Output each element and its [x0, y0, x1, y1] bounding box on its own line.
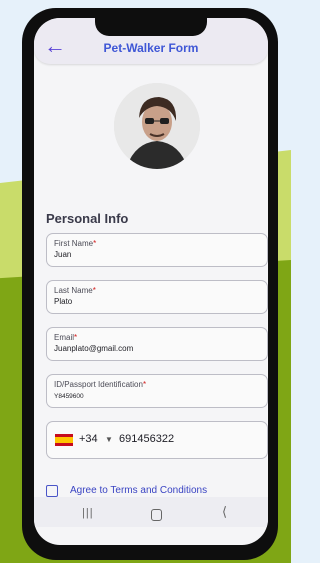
email-label-text: Email	[54, 333, 75, 342]
first-name-label: First Name*	[54, 239, 96, 248]
id-passport-label-text: ID/Passport Identification	[54, 380, 143, 389]
first-name-label-text: First Name	[54, 239, 94, 248]
terms-label[interactable]: Agree to Terms and Conditions	[70, 485, 207, 496]
last-name-label: Last Name*	[54, 286, 96, 295]
page-title: Pet-Walker Form	[103, 41, 199, 55]
phone-number-field[interactable]: +34 ▼ 691456322	[46, 421, 268, 459]
required-asterisk: *	[93, 239, 97, 248]
last-name-field[interactable]: Last Name* Plato	[46, 280, 268, 314]
back-nav-icon[interactable]: ⟨	[222, 504, 227, 520]
profile-avatar[interactable]	[114, 83, 200, 169]
portrait-image	[114, 83, 200, 169]
id-passport-value: Y8459600	[54, 393, 84, 400]
phone-notch	[95, 18, 207, 36]
last-name-value: Plato	[54, 297, 73, 306]
required-asterisk: *	[142, 380, 147, 389]
phone-number-value: 691456322	[119, 433, 175, 445]
country-code[interactable]: +34	[79, 433, 98, 445]
section-title-personal-info: Personal Info	[46, 211, 129, 226]
recent-apps-icon[interactable]: |||	[82, 507, 94, 519]
email-value: Juanplato@gmail.com	[54, 344, 134, 353]
last-name-label-text: Last Name	[54, 286, 93, 295]
email-label: Email*	[54, 333, 77, 342]
first-name-value: Juan	[54, 250, 72, 259]
id-passport-label: ID/Passport Identification*	[54, 380, 146, 389]
email-field[interactable]: Email* Juanplato@gmail.com	[46, 327, 268, 361]
home-icon[interactable]	[151, 509, 162, 521]
required-asterisk: *	[74, 333, 78, 342]
spain-flag-icon[interactable]	[55, 434, 73, 446]
caret-down-icon[interactable]: ▼	[105, 435, 113, 444]
app-screen: ← Pet-Walker Form Personal Info First Na…	[34, 18, 268, 545]
id-passport-field[interactable]: ID/Passport Identification* Y8459600	[46, 374, 268, 408]
first-name-field[interactable]: First Name* Juan	[46, 233, 268, 267]
required-asterisk: *	[92, 286, 96, 295]
terms-checkbox[interactable]	[46, 485, 58, 497]
